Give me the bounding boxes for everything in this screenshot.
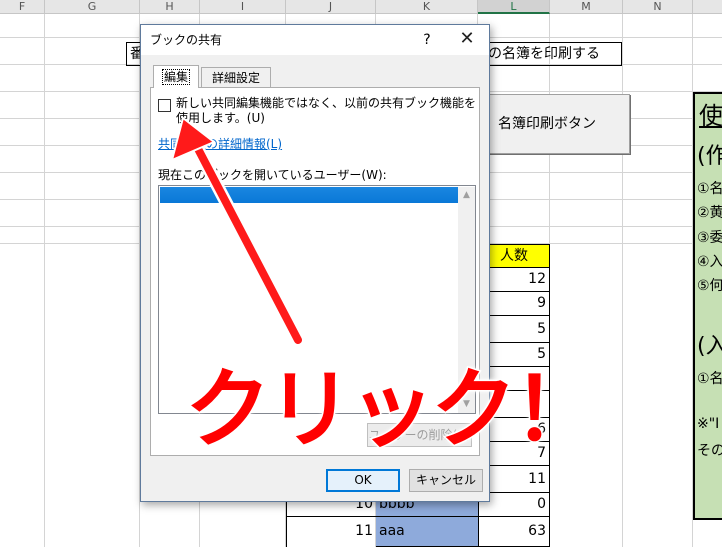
click-callout: クリック！: [184, 359, 601, 462]
tab-editing-label: 編集: [161, 69, 191, 85]
tab-editing[interactable]: 編集: [153, 65, 199, 88]
